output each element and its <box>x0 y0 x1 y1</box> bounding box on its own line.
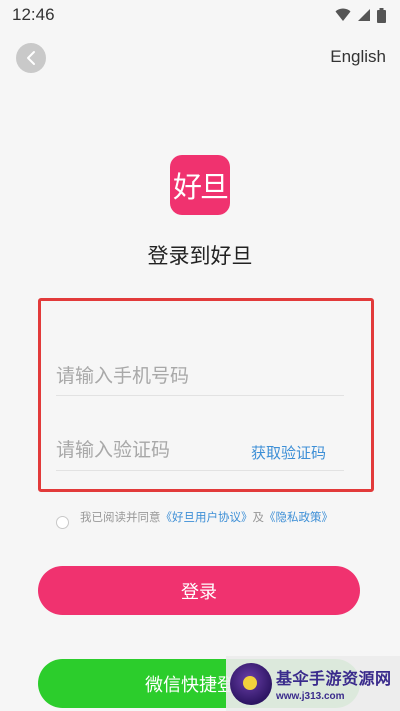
agreement-text: 我已阅读并同意《好旦用户协议》及《隐私政策》 <box>80 509 370 525</box>
battery-icon <box>377 7 386 23</box>
site-watermark: 基伞手游资源网 www.j313.com <box>226 656 400 711</box>
back-button[interactable] <box>16 43 46 73</box>
app-logo-text: 好旦 <box>172 170 229 204</box>
verification-code-input[interactable] <box>56 430 246 470</box>
app-logo: 好旦 <box>170 155 230 215</box>
page-title: 登录到好旦 <box>147 244 253 268</box>
status-time: 12:46 <box>12 5 55 24</box>
agreement-conjunction: 及 <box>252 510 265 524</box>
privacy-policy-link[interactable]: 《隐私政策》 <box>264 510 333 524</box>
watermark-url: www.j313.com <box>276 691 345 702</box>
agreement-checkbox[interactable] <box>56 516 69 529</box>
language-switch-link[interactable]: English <box>330 47 386 67</box>
watermark-title: 基伞手游资源网 <box>276 669 392 688</box>
agreement-prefix: 我已阅读并同意 <box>80 510 161 524</box>
signal-icon <box>358 9 370 21</box>
phone-number-input[interactable] <box>56 356 344 396</box>
status-bar: 12:46 <box>0 0 400 30</box>
wifi-icon <box>335 8 351 21</box>
mascot-icon <box>230 662 272 705</box>
chevron-left-icon <box>27 51 35 65</box>
watermark-text: 基伞手游资源网 www.j313.com <box>276 665 392 702</box>
login-button[interactable]: 登录 <box>38 566 360 615</box>
user-agreement-link[interactable]: 《好旦用户协议》 <box>161 510 253 524</box>
status-icons <box>335 7 386 23</box>
get-code-button[interactable]: 获取验证码 <box>251 442 326 463</box>
code-field-divider <box>56 470 344 471</box>
